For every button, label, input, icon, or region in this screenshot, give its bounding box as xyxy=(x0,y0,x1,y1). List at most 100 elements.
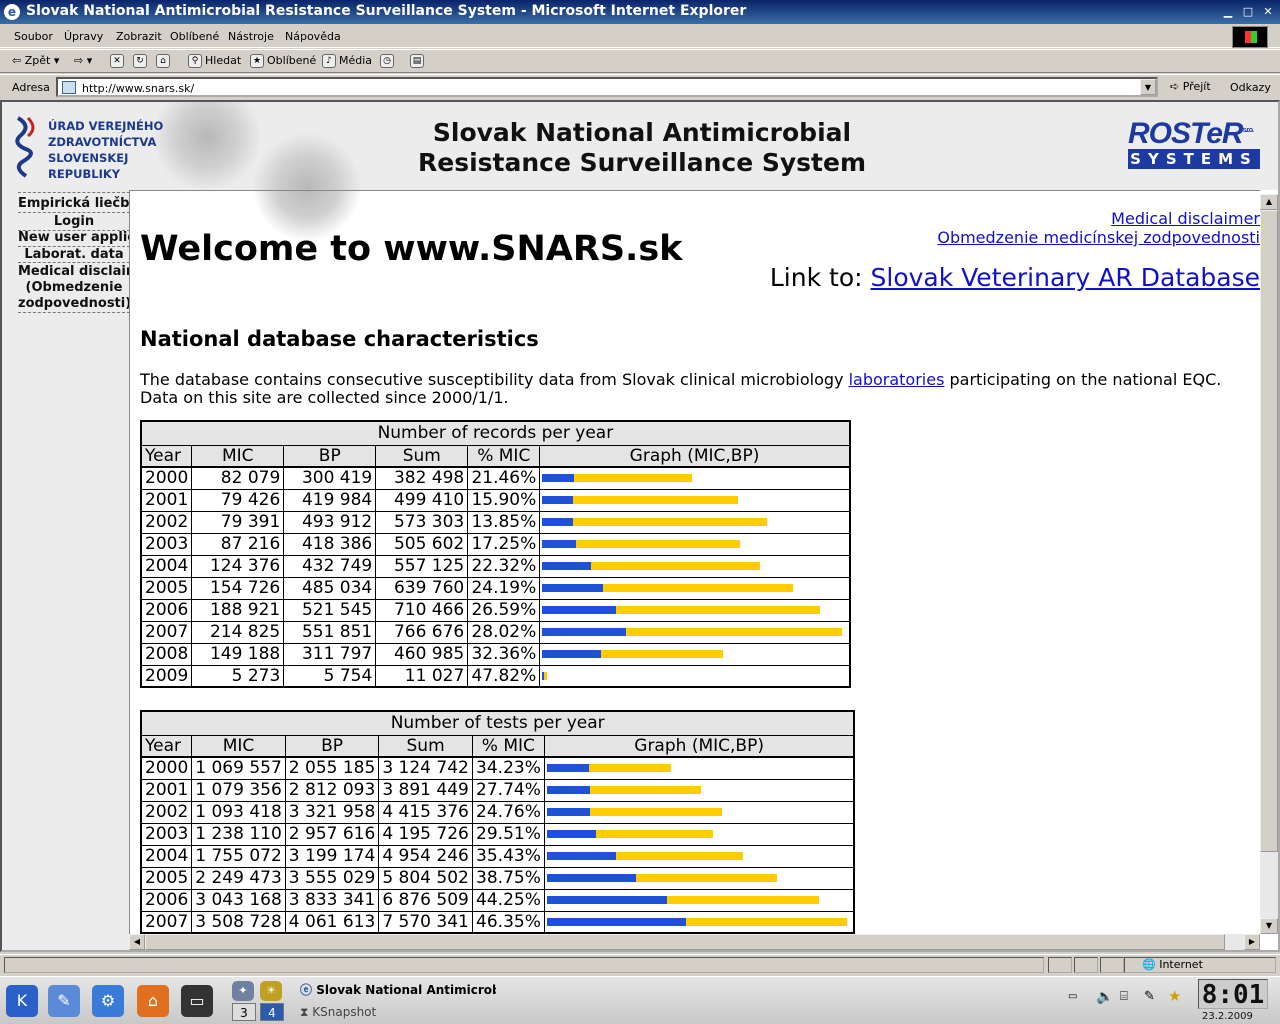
graph-bar xyxy=(546,786,852,794)
graph-bar xyxy=(542,474,847,483)
nav-new-user[interactable]: New user application xyxy=(18,229,130,246)
horizontal-scrollbar[interactable]: ◀ ▶ xyxy=(129,934,1260,950)
star-icon[interactable]: ★ xyxy=(1168,987,1181,1005)
stop-button[interactable]: ✕ xyxy=(110,54,127,68)
status-cell xyxy=(1100,957,1124,973)
table-cell: 44.25% xyxy=(471,888,545,912)
history-button[interactable]: ◷ xyxy=(380,54,397,68)
uvz-logo[interactable]: ÚRAD VEREJNÉHO ZDRAVOTNÍCTVA SLOVENSKEJ … xyxy=(14,110,174,186)
menu-file[interactable]: Soubor xyxy=(14,30,53,43)
kde-menu-icon[interactable]: K xyxy=(6,985,38,1017)
print-button[interactable]: ▤ xyxy=(410,54,427,68)
forward-button[interactable]: ⇨ ▾ xyxy=(74,54,92,67)
klipper-icon[interactable]: ⌸ xyxy=(1120,989,1128,1004)
disclaimer-sk-link[interactable]: Obmedzenie medicínskej zodpovednosti xyxy=(937,228,1260,247)
tray-app-icon[interactable]: ✎ xyxy=(1144,989,1155,1004)
address-dropdown-icon[interactable]: ▼ xyxy=(1140,79,1156,95)
favorites-button[interactable]: ★ Oblíbené xyxy=(250,54,316,68)
column-header: MIC xyxy=(191,444,285,468)
mic-bar xyxy=(546,852,617,860)
roster-logo[interactable]: ROSTeRs.r.o. SYSTEMS xyxy=(1128,114,1260,174)
pager-desktop-4[interactable]: 4 xyxy=(260,1003,284,1021)
site-title-line2: Resistance Surveillance System xyxy=(417,148,866,177)
search-button[interactable]: ⚲ Hledat xyxy=(188,54,241,68)
column-header: MIC xyxy=(191,734,286,758)
scroll-right-icon[interactable]: ▶ xyxy=(1244,934,1260,950)
menu-edit[interactable]: Úpravy xyxy=(64,30,103,43)
scroll-up-icon[interactable]: ▲ xyxy=(1260,194,1278,210)
bp-bar xyxy=(626,628,843,636)
mic-bar xyxy=(542,628,627,636)
logo-line: SLOVENSKEJ xyxy=(48,151,129,165)
nav-empiric-therapy[interactable]: Empirická liečba xyxy=(18,195,130,212)
go-label: Přejít xyxy=(1182,80,1211,93)
address-input[interactable]: http://www.snars.sk/ ▼ xyxy=(56,77,1158,97)
desc-text: participating on the national EQC. xyxy=(944,370,1222,389)
table-cell: 2 249 473 xyxy=(191,866,286,890)
back-button[interactable]: ⇦ Zpět ▾ xyxy=(12,54,59,67)
browser-viewport: ÚRAD VEREJNÉHO ZDRAVOTNÍCTVA SLOVENSKEJ … xyxy=(0,100,1280,952)
vertical-scrollbar[interactable]: ▲ ▼ xyxy=(1260,194,1278,934)
pager-desktop-3[interactable]: 3 xyxy=(232,1003,256,1021)
menu-tools[interactable]: Nástroje xyxy=(228,30,274,43)
konqueror-icon[interactable]: ⚙ xyxy=(92,985,124,1017)
table-cell: 2004 xyxy=(140,844,193,868)
task-ie[interactable]: ⓔ Slovak National Antimicrobi xyxy=(300,981,496,1001)
table-cell: 29.51% xyxy=(471,822,545,846)
desktop-icon[interactable]: ✎ xyxy=(48,985,80,1017)
medical-disclaimer-link[interactable]: Medical disclaimer xyxy=(1111,209,1260,228)
column-header: Year xyxy=(140,734,193,758)
bp-bar xyxy=(590,808,722,816)
table-cell: 47.82% xyxy=(467,664,541,688)
home-icon: ⌂ xyxy=(156,54,170,68)
laboratories-link[interactable]: laboratories xyxy=(849,370,945,389)
kde-taskbar: K ✎ ⚙ ⌂ ▭ ✦ ☀ 3 4 ⓔ Slovak National Anti… xyxy=(0,976,1280,1024)
mic-bar xyxy=(546,917,686,926)
nav-disclaimer-sk-2[interactable]: zodpovednosti) xyxy=(18,295,130,312)
address-bar: Adresa http://www.snars.sk/ ▼ ➪ Přejít O… xyxy=(0,74,1280,98)
roster-logo-name: ROSTeR xyxy=(1128,117,1244,150)
volume-icon[interactable]: 🔈 xyxy=(1096,989,1113,1005)
go-button[interactable]: ➪ Přejít xyxy=(1170,80,1211,93)
keyboard-layout-icon[interactable]: ▭ xyxy=(1068,991,1077,1002)
clock[interactable]: 8:01 xyxy=(1198,979,1268,1010)
table-cell: 1 079 356 xyxy=(191,778,286,802)
minimize-icon[interactable]: ▁ xyxy=(1220,4,1236,20)
bp-bar xyxy=(616,606,821,614)
internet-zone: 🌐 Internet xyxy=(1142,958,1203,971)
media-button[interactable]: ♪ Média xyxy=(322,54,372,68)
bp-bar xyxy=(574,474,692,483)
maximize-icon[interactable]: □ xyxy=(1240,4,1256,20)
scroll-left-icon[interactable]: ◀ xyxy=(129,934,145,950)
nav-disclaimer-sk-1[interactable]: (Obmedzenie xyxy=(18,279,130,296)
menu-view[interactable]: Zobrazit xyxy=(116,30,162,43)
table-cell: 2006 xyxy=(140,888,193,912)
table-row: 2002 1 093 418 3 321 958 4 415 376 24.76% xyxy=(140,800,855,824)
menu-favorites[interactable]: Oblíbené xyxy=(170,30,219,43)
nav-lab-data[interactable]: Laborat. data xyxy=(18,246,130,263)
column-header: % MIC xyxy=(471,734,545,758)
left-nav: Empirická liečba Login New user applicat… xyxy=(2,190,130,950)
mic-bar xyxy=(542,606,617,614)
veterinary-db-link[interactable]: Slovak Veterinary AR Database xyxy=(871,263,1261,292)
links-button[interactable]: Odkazy xyxy=(1230,81,1271,94)
terminal-icon[interactable]: ▭ xyxy=(181,985,213,1017)
scroll-thumb-h[interactable] xyxy=(145,934,1225,950)
mic-bar xyxy=(542,474,575,483)
table-cell: 3 833 341 xyxy=(284,888,380,912)
close-icon[interactable]: ✕ xyxy=(1260,4,1276,20)
nav-login[interactable]: Login xyxy=(18,213,130,230)
applet-icon[interactable]: ✦ xyxy=(232,981,254,1001)
nav-medical-disclaimer[interactable]: Medical disclaimer xyxy=(18,263,130,280)
scroll-down-icon[interactable]: ▼ xyxy=(1260,918,1278,934)
home-folder-icon[interactable]: ⌂ xyxy=(137,985,169,1017)
records-table: Number of records per year Year MIC BP Sum% … xyxy=(140,420,851,688)
applet-icon[interactable]: ☀ xyxy=(260,981,282,1001)
task-ksnapshot[interactable]: ⧗ KSnapshot xyxy=(300,1005,376,1020)
menu-help[interactable]: Nápověda xyxy=(285,30,341,43)
refresh-icon: ↻ xyxy=(133,54,147,68)
refresh-button[interactable]: ↻ xyxy=(133,54,150,68)
home-button[interactable]: ⌂ xyxy=(156,54,173,68)
table-cell: 2003 xyxy=(140,532,193,556)
scroll-thumb[interactable] xyxy=(1260,210,1278,852)
